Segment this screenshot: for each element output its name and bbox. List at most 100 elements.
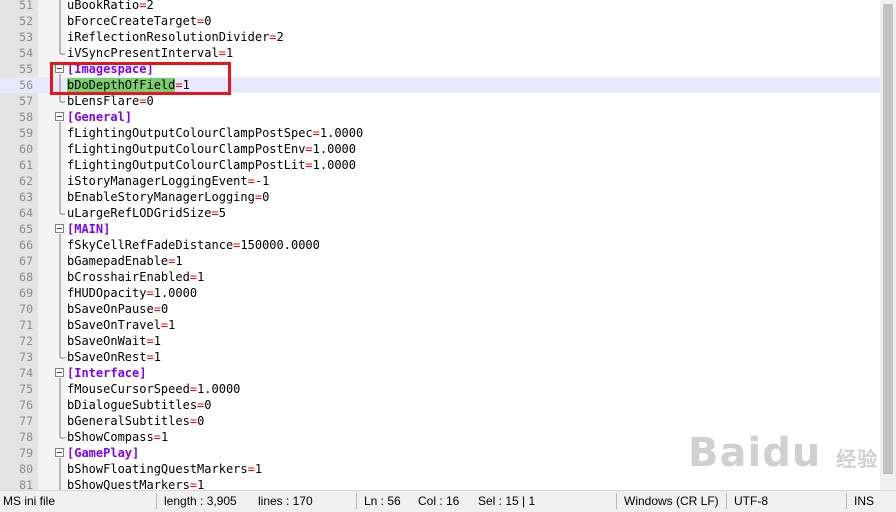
key-value-entry: bSaveOnPause=0 xyxy=(67,301,168,317)
line-number: 56 xyxy=(19,78,33,92)
code-line[interactable]: 70 bSaveOnPause=0 xyxy=(0,301,880,317)
setting-key: bShowCompass xyxy=(67,430,154,444)
code-line[interactable]: 71 bSaveOnTravel=1 xyxy=(0,317,880,333)
key-value-entry: bGeneralSubtitles=0 xyxy=(67,413,204,429)
assign-operator: = xyxy=(146,286,154,300)
setting-value: 0 xyxy=(204,398,212,412)
assign-operator: = xyxy=(312,126,320,140)
status-eol: Windows (CR LF) xyxy=(624,494,719,508)
section-header-line[interactable]: 58 [General] xyxy=(0,109,880,125)
setting-value: 1.0000 xyxy=(312,142,357,156)
setting-value: 0 xyxy=(204,14,212,28)
line-number: 70 xyxy=(19,302,33,316)
code-line[interactable]: 52 bForceCreateTarget=0 xyxy=(0,13,880,29)
code-line[interactable]: 63 bEnableStoryManagerLogging=0 xyxy=(0,189,880,205)
section-header-line[interactable]: 55 [Imagespace] xyxy=(0,61,880,77)
code-line[interactable]: 75 fMouseCursorSpeed=1.0000 xyxy=(0,381,880,397)
line-number: 77 xyxy=(19,414,33,428)
setting-value: 150000.0000 xyxy=(240,238,320,252)
line-number: 63 xyxy=(19,190,33,204)
code-line[interactable]: 68 bCrosshairEnabled=1 xyxy=(0,269,880,285)
code-line[interactable]: 57 bLensFlare=0 xyxy=(0,93,880,109)
code-line[interactable]: 60 fLightingOutputColourClampPostEnv=1.00… xyxy=(0,141,880,157)
line-number: 58 xyxy=(19,110,33,124)
fold-collapse-icon[interactable] xyxy=(55,64,64,73)
section-header-line[interactable]: 79 [GamePlay] xyxy=(0,445,880,461)
code-line[interactable]: 54 iVSyncPresentInterval=1 xyxy=(0,45,880,61)
setting-value: 1.0000 xyxy=(312,158,357,172)
code-line[interactable]: 66 fSkyCellRefFadeDistance=150000.0000 xyxy=(0,237,880,253)
section-header-line[interactable]: 74 [Interface] xyxy=(0,365,880,381)
key-value-entry: iReflectionResolutionDivider=2 xyxy=(67,29,284,45)
setting-key: fMouseCursorSpeed xyxy=(67,382,190,396)
code-line[interactable]: 53 iReflectionResolutionDivider=2 xyxy=(0,29,880,45)
setting-key: bForceCreateTarget xyxy=(67,14,198,28)
key-value-entry: bDoDepthOfField=1 xyxy=(67,77,190,93)
key-value-entry: bLensFlare=0 xyxy=(67,93,154,109)
editor-area[interactable]: 51 uBookRatio=2 52 bForceCreateTarget=0 53 iR… xyxy=(0,0,880,490)
key-value-entry: bDialogueSubtitles=0 xyxy=(67,397,212,413)
setting-key: iVSyncPresentInterval xyxy=(67,46,219,60)
key-value-entry: bSaveOnRest=1 xyxy=(67,349,161,365)
key-value-entry: bForceCreateTarget=0 xyxy=(67,13,212,29)
scrollbar-thumb[interactable] xyxy=(883,4,893,474)
code-line[interactable]: 67 bGamepadEnable=1 xyxy=(0,253,880,269)
setting-key: bSaveOnTravel xyxy=(67,318,161,332)
fold-collapse-icon[interactable] xyxy=(55,368,64,377)
key-value-entry: iStoryManagerLoggingEvent=-1 xyxy=(67,173,269,189)
section-header-line[interactable]: 65 [MAIN] xyxy=(0,221,880,237)
code-line[interactable]: 51 uBookRatio=2 xyxy=(0,0,880,13)
setting-value: 1.0000 xyxy=(319,126,364,140)
code-line[interactable]: 61 fLightingOutputColourClampPostLit=1.00… xyxy=(0,157,880,173)
code-line[interactable]: 80 bShowFloatingQuestMarkers=1 xyxy=(0,461,880,477)
fold-collapse-icon[interactable] xyxy=(55,448,64,457)
code-line[interactable]: 76 bDialogueSubtitles=0 xyxy=(0,397,880,413)
key-value-entry: uLargeRefLODGridSize=5 xyxy=(67,205,226,221)
line-number: 54 xyxy=(19,46,33,60)
setting-key: bSaveOnRest xyxy=(67,350,147,364)
status-separator xyxy=(846,493,847,509)
line-number: 55 xyxy=(19,62,33,76)
code-line[interactable]: 78 bShowCompass=1 xyxy=(0,429,880,445)
fold-collapse-icon[interactable] xyxy=(55,112,64,121)
section-name: [MAIN] xyxy=(67,222,111,236)
setting-key: bEnableStoryManagerLogging xyxy=(67,190,255,204)
code-line[interactable]: 62 iStoryManagerLoggingEvent=-1 xyxy=(0,173,880,189)
assign-operator: = xyxy=(305,142,313,156)
key-value-entry: bEnableStoryManagerLogging=0 xyxy=(67,189,269,205)
assign-operator: = xyxy=(189,270,198,284)
code-line[interactable]: 69 fHUDOpacity=1.0000 xyxy=(0,285,880,301)
assign-operator: = xyxy=(153,302,161,316)
code-line[interactable]: 77 bGeneralSubtitles=0 xyxy=(0,413,880,429)
key-value-entry: bShowQuestMarkers=1 xyxy=(67,477,204,490)
code-line[interactable]: 56 bDoDepthOfField=1 xyxy=(0,77,880,93)
assign-operator: = xyxy=(189,478,198,490)
fold-collapse-icon[interactable] xyxy=(55,224,64,233)
code-line[interactable]: 73 bSaveOnRest=1 xyxy=(0,349,880,365)
setting-value: 0 xyxy=(197,414,205,428)
setting-value: 1 xyxy=(160,430,169,444)
code-line[interactable]: 81 bShowQuestMarkers=1 xyxy=(0,477,880,490)
status-lines: lines : 170 xyxy=(258,494,313,508)
status-separator xyxy=(726,493,727,509)
status-length: length : 3,905 xyxy=(164,494,237,508)
setting-key: uBookRatio xyxy=(67,0,140,12)
setting-value: 1.0000 xyxy=(153,286,198,300)
section-name: [Interface] xyxy=(67,366,147,380)
line-number: 57 xyxy=(19,94,33,108)
code-line[interactable]: 59 fLightingOutputColourClampPostSpec=1.0… xyxy=(0,125,880,141)
code-line[interactable]: 64 uLargeRefLODGridSize=5 xyxy=(0,205,880,221)
key-value-entry: uBookRatio=2 xyxy=(67,0,154,13)
setting-key: bCrosshairEnabled xyxy=(67,270,190,284)
status-language: MS ini file xyxy=(3,494,56,508)
setting-key: fLightingOutputColourClampPostSpec xyxy=(67,126,313,140)
setting-key: bDoDepthOfField xyxy=(67,78,176,92)
line-number: 73 xyxy=(19,350,33,364)
setting-key: fLightingOutputColourClampPostLit xyxy=(67,158,306,172)
setting-value: 1 xyxy=(153,334,161,348)
setting-key: bShowQuestMarkers xyxy=(67,478,190,490)
status-insert-mode: INS xyxy=(854,494,875,508)
vertical-scrollbar[interactable] xyxy=(880,0,896,490)
code-line[interactable]: 72 bSaveOnWait=1 xyxy=(0,333,880,349)
setting-key: bSaveOnWait xyxy=(67,334,147,348)
